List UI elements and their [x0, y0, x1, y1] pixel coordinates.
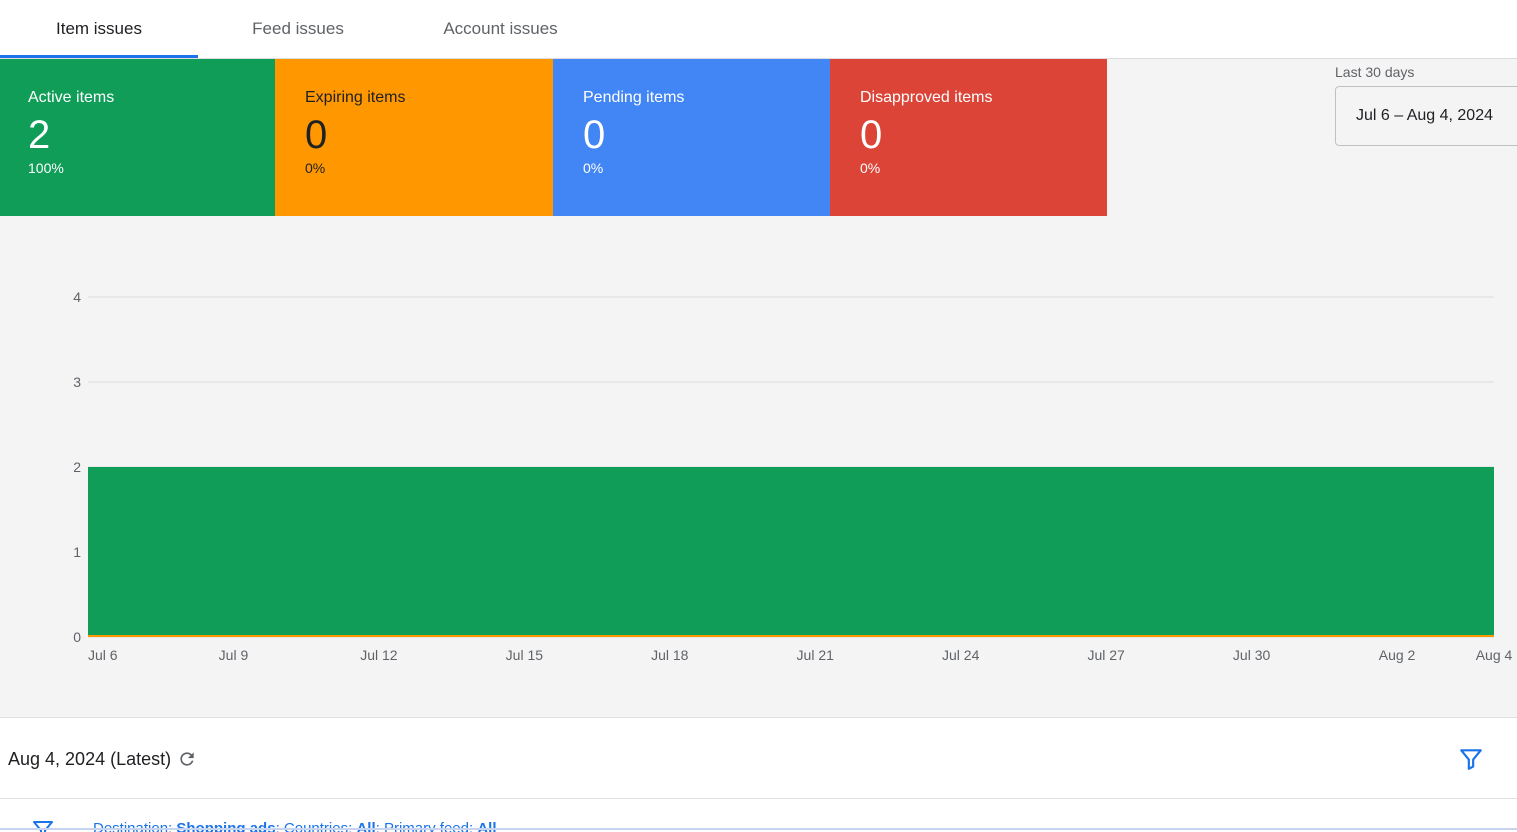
tab-item-issues[interactable]: Item issues: [0, 0, 198, 58]
active-tab-indicator: [0, 55, 198, 58]
latest-date-label: Aug 4, 2024 (Latest): [8, 749, 172, 769]
x-tick-label: Aug 2: [1379, 647, 1416, 663]
latest-bar: Aug 4, 2024 (Latest): [0, 717, 1517, 799]
series-area-0: [88, 467, 1494, 637]
items-chart: 0 1 2 3 4 Jul 6 Jul 9 Jul 12 Jul 15 Jul 18 Jul 21 J…: [73, 289, 1513, 663]
y-tick-label: 4: [73, 289, 81, 305]
primary-feed-label: Primary feed:: [383, 820, 474, 832]
refresh-icon[interactable]: [177, 749, 197, 769]
tab-account-issues[interactable]: Account issues: [398, 0, 603, 58]
y-tick-label: 1: [73, 544, 81, 560]
tab-bar: Item issues Feed issues Account issues: [0, 0, 1517, 59]
tab-feed-issues[interactable]: Feed issues: [198, 0, 398, 58]
x-tick-label: Jul 18: [651, 647, 689, 663]
x-tick-label: Jul 27: [1087, 647, 1125, 663]
destination-value: Shopping ads: [176, 820, 276, 832]
x-tick-label: Jul 9: [219, 647, 249, 663]
x-tick-label: Jul 12: [360, 647, 398, 663]
primary-feed-value: All: [477, 820, 497, 832]
x-tick-label: Jul 24: [942, 647, 980, 663]
overview-panel: Active items 2 100% Expiring items 0 0% …: [0, 59, 1517, 717]
destination-label: Destination:: [93, 820, 173, 832]
y-tick-label: 0: [73, 629, 81, 645]
x-tick-label: Jul 30: [1233, 647, 1271, 663]
countries-value: All: [356, 820, 376, 832]
x-tick-label: Jul 6: [88, 647, 118, 663]
x-tick-label: Jul 21: [797, 647, 835, 663]
filter-summary-text[interactable]: Destination: Shopping ads; Countries: Al…: [93, 820, 497, 832]
x-tick-label: Aug 4: [1476, 647, 1513, 663]
y-tick-label: 2: [73, 459, 81, 475]
divider: [0, 828, 1517, 830]
y-tick-label: 3: [73, 374, 81, 390]
x-tick-label: Jul 15: [506, 647, 544, 663]
filter-icon[interactable]: [1458, 746, 1484, 772]
countries-label: Countries:: [283, 820, 353, 832]
